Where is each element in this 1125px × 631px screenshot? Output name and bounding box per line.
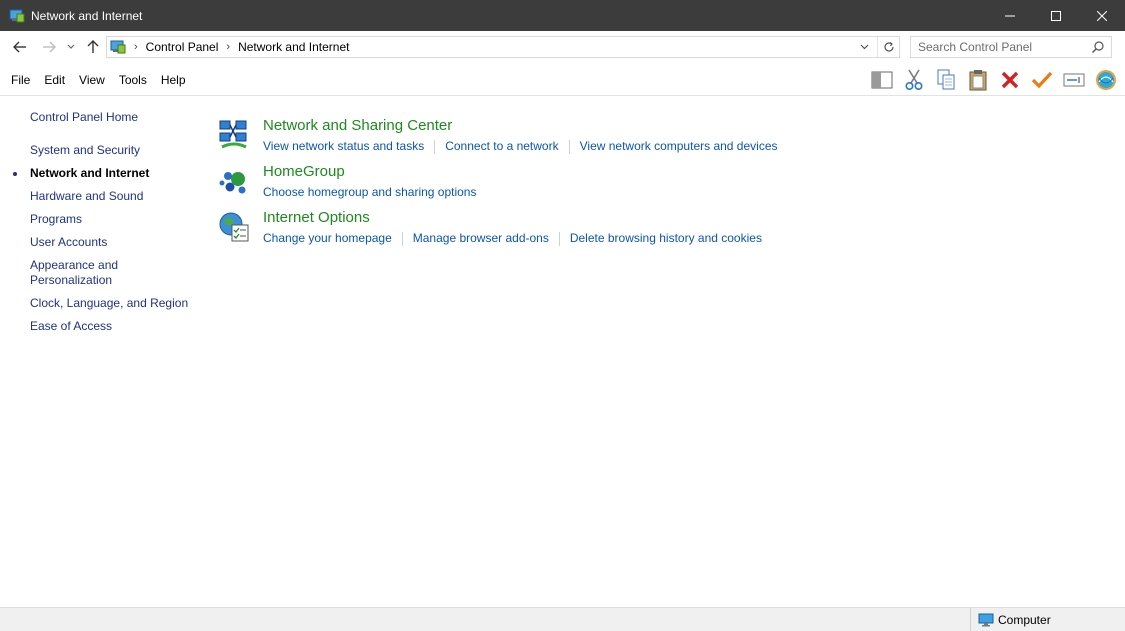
internet-options-icon[interactable] — [218, 211, 250, 243]
computer-icon — [978, 613, 994, 626]
title-bar: Network and Internet — [0, 0, 1125, 31]
maximize-button[interactable] — [1033, 0, 1079, 31]
cut-button[interactable] — [901, 67, 927, 93]
category-homegroup: HomeGroup Choose homegroup and sharing o… — [215, 163, 1095, 207]
window-title: Network and Internet — [31, 8, 143, 23]
address-dropdown-button[interactable] — [857, 40, 871, 54]
status-location: Computer — [970, 608, 1051, 631]
delete-browsing-history-link[interactable]: Delete browsing history and cookies — [570, 231, 762, 246]
view-network-computers-link[interactable]: View network computers and devices — [580, 139, 778, 154]
minimize-button[interactable] — [987, 0, 1033, 31]
delete-icon — [1001, 71, 1019, 89]
shell-icon — [1096, 70, 1116, 90]
search-icon[interactable] — [1091, 40, 1105, 54]
control-panel-icon — [9, 9, 25, 22]
homegroup-icon[interactable] — [218, 165, 250, 197]
control-panel-home-link[interactable]: Control Panel Home — [30, 110, 138, 124]
close-icon — [1097, 10, 1107, 21]
network-and-sharing-center-title[interactable]: Network and Sharing Center — [263, 117, 452, 134]
toolbar — [863, 67, 1119, 93]
nav-item-clock-language-region[interactable]: Clock, Language, and Region — [30, 296, 198, 311]
status-location-label: Computer — [998, 612, 1051, 627]
chevron-down-icon — [67, 44, 75, 49]
nav-item-hardware-and-sound[interactable]: Hardware and Sound — [30, 189, 198, 204]
category-network-and-sharing-center: Network and Sharing Center View network … — [215, 117, 1095, 161]
cut-icon — [905, 69, 923, 91]
copy-icon — [937, 69, 955, 90]
menu-file[interactable]: File — [5, 73, 36, 87]
nav-item-network-and-internet[interactable]: Network and Internet — [13, 166, 198, 181]
link-divider — [401, 232, 403, 246]
internet-options-title[interactable]: Internet Options — [263, 209, 370, 226]
rename-icon — [1063, 73, 1085, 87]
paste-icon — [969, 70, 987, 91]
breadcrumb-separator-icon[interactable]: › — [134, 41, 138, 53]
nav-item-appearance-and-personalization[interactable]: Appearance and Personalization — [30, 258, 130, 288]
nav-item-system-and-security[interactable]: System and Security — [30, 143, 198, 158]
forward-button[interactable] — [40, 38, 58, 56]
nav-item-programs[interactable]: Programs — [30, 212, 198, 227]
nav-item-ease-of-access[interactable]: Ease of Access — [30, 319, 198, 334]
back-arrow-icon — [13, 41, 26, 53]
menu-help[interactable]: Help — [155, 73, 192, 87]
navigation-bar: › Control Panel › Network and Internet — [0, 31, 1125, 63]
up-arrow-icon — [87, 40, 99, 53]
link-divider — [434, 140, 436, 154]
chevron-down-icon — [860, 44, 868, 50]
view-network-status-link[interactable]: View network status and tasks — [263, 139, 424, 154]
back-button[interactable] — [11, 38, 29, 56]
up-button[interactable] — [84, 38, 102, 56]
check-icon — [1031, 71, 1053, 89]
rename-button[interactable] — [1061, 67, 1087, 93]
search-input[interactable] — [918, 40, 1088, 54]
menu-view[interactable]: View — [73, 73, 111, 87]
close-button[interactable] — [1079, 0, 1125, 31]
connect-to-network-link[interactable]: Connect to a network — [445, 139, 558, 154]
network-sharing-icon[interactable] — [218, 119, 250, 151]
breadcrumb-network-and-internet[interactable]: Network and Internet — [238, 40, 349, 54]
homegroup-title[interactable]: HomeGroup — [263, 163, 345, 180]
delete-button[interactable] — [997, 67, 1023, 93]
paste-button[interactable] — [965, 67, 991, 93]
layout-pane-icon — [871, 71, 893, 89]
layout-pane-button[interactable] — [869, 67, 895, 93]
link-divider — [558, 232, 560, 246]
menu-bar: File Edit View Tools Help — [0, 63, 1125, 96]
address-bar[interactable]: › Control Panel › Network and Internet — [106, 36, 900, 58]
breadcrumb-control-panel[interactable]: Control Panel — [146, 40, 219, 54]
menu-edit[interactable]: Edit — [38, 73, 71, 87]
category-list: System and Security Network and Internet… — [13, 143, 198, 342]
main-content: Network and Sharing Center View network … — [215, 96, 1115, 607]
forward-arrow-icon — [43, 41, 56, 53]
minimize-icon — [1005, 15, 1015, 16]
change-homepage-link[interactable]: Change your homepage — [263, 231, 392, 246]
shell-button[interactable] — [1093, 67, 1119, 93]
manage-browser-addons-link[interactable]: Manage browser add-ons — [413, 231, 549, 246]
refresh-button[interactable] — [877, 37, 899, 57]
copy-button[interactable] — [933, 67, 959, 93]
status-bar: Computer — [0, 607, 1125, 631]
control-panel-icon — [110, 40, 126, 54]
left-navigation-pane: Control Panel Home System and Security N… — [0, 96, 200, 607]
choose-homegroup-options-link[interactable]: Choose homegroup and sharing options — [263, 185, 476, 199]
category-internet-options: Internet Options Change your homepage Ma… — [215, 209, 1095, 253]
breadcrumb-separator-icon[interactable]: › — [226, 41, 230, 53]
nav-item-user-accounts[interactable]: User Accounts — [30, 235, 198, 250]
maximize-icon — [1051, 10, 1061, 21]
recent-locations-button[interactable] — [64, 38, 78, 56]
search-box[interactable] — [910, 36, 1112, 58]
refresh-icon — [883, 42, 894, 52]
menu-tools[interactable]: Tools — [113, 73, 153, 87]
apply-button[interactable] — [1029, 67, 1055, 93]
link-divider — [568, 140, 570, 154]
